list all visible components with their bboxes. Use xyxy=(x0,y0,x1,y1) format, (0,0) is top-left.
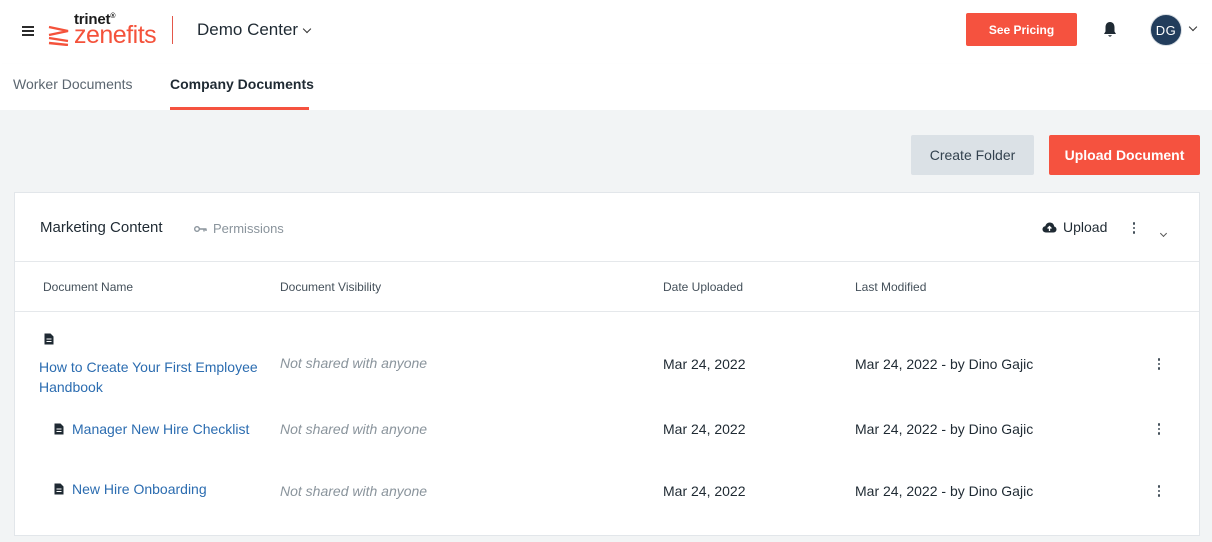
avatar[interactable]: DG xyxy=(1150,14,1182,46)
main-content: Create Folder Upload Document Marketing … xyxy=(0,110,1212,542)
zenefits-logo[interactable]: trinet® zenefits xyxy=(48,11,160,49)
date-uploaded: Mar 24, 2022 xyxy=(663,356,746,372)
date-uploaded: Mar 24, 2022 xyxy=(663,483,746,499)
column-header-document-name: Document Name xyxy=(43,280,134,294)
last-modified: Mar 24, 2022 - by Dino Gajic xyxy=(855,483,1034,499)
table-header: Document Name Document Visibility Date U… xyxy=(15,262,1199,312)
permissions-link[interactable]: Permissions xyxy=(194,221,284,236)
column-header-last-modified: Last Modified xyxy=(855,280,927,294)
create-folder-button[interactable]: Create Folder xyxy=(911,135,1034,175)
date-uploaded: Mar 24, 2022 xyxy=(663,421,746,437)
chevron-down-icon[interactable] xyxy=(1188,22,1198,32)
upload-label: Upload xyxy=(1063,219,1108,235)
tab-worker-documents[interactable]: Worker Documents xyxy=(13,76,133,92)
document-icon xyxy=(54,483,64,495)
last-modified: Mar 24, 2022 - by Dino Gajic xyxy=(855,356,1034,372)
top-bar: trinet® zenefits Demo Center See Pricing… xyxy=(0,0,1212,64)
document-tabs: Worker Documents Company Documents xyxy=(0,64,1212,110)
kebab-menu-icon[interactable] xyxy=(1154,485,1164,497)
zenefits-logo-icon xyxy=(48,25,69,46)
document-icon xyxy=(54,423,64,435)
key-icon xyxy=(194,225,207,232)
document-visibility: Not shared with anyone xyxy=(280,483,428,499)
document-link[interactable]: New Hire Onboarding xyxy=(72,479,207,499)
column-header-document-visibility: Document Visibility xyxy=(280,280,382,294)
kebab-menu-icon[interactable] xyxy=(1129,222,1139,234)
cloud-upload-icon xyxy=(1042,222,1057,232)
upload-document-button[interactable]: Upload Document xyxy=(1049,135,1200,175)
company-name: Demo Center xyxy=(197,20,299,39)
permissions-label: Permissions xyxy=(213,221,284,236)
header-divider xyxy=(172,16,173,44)
last-modified: Mar 24, 2022 - by Dino Gajic xyxy=(855,421,1034,437)
document-visibility: Not shared with anyone xyxy=(280,421,428,437)
document-link[interactable]: Manager New Hire Checklist xyxy=(72,419,249,439)
folder-card: Marketing Content Permissions Upload Doc… xyxy=(14,192,1200,536)
chevron-down-icon xyxy=(302,24,312,33)
tab-company-documents[interactable]: Company Documents xyxy=(170,76,314,92)
column-header-date-uploaded: Date Uploaded xyxy=(663,280,744,294)
folder-title: Marketing Content xyxy=(40,219,163,236)
logo-zenefits-text: zenefits xyxy=(74,21,157,49)
chevron-down-icon xyxy=(1159,229,1168,238)
kebab-menu-icon[interactable] xyxy=(1154,423,1164,435)
see-pricing-button[interactable]: See Pricing xyxy=(966,13,1077,46)
menu-icon[interactable] xyxy=(22,26,34,36)
table-row: New Hire Onboarding Not shared with anyo… xyxy=(15,469,1199,533)
document-icon xyxy=(44,333,54,345)
document-link[interactable]: How to Create Your First Employee Handbo… xyxy=(39,357,271,397)
table-row: Manager New Hire Checklist Not shared wi… xyxy=(15,411,1199,469)
collapse-folder-toggle[interactable] xyxy=(1159,223,1168,241)
company-switcher[interactable]: Demo Center xyxy=(197,20,312,40)
document-visibility: Not shared with anyone xyxy=(280,355,428,371)
folder-upload-button[interactable]: Upload xyxy=(1042,219,1107,235)
folder-header: Marketing Content Permissions Upload xyxy=(15,193,1199,262)
bell-icon[interactable] xyxy=(1103,21,1117,38)
kebab-menu-icon[interactable] xyxy=(1154,358,1164,370)
table-row: How to Create Your First Employee Handbo… xyxy=(15,313,1199,411)
